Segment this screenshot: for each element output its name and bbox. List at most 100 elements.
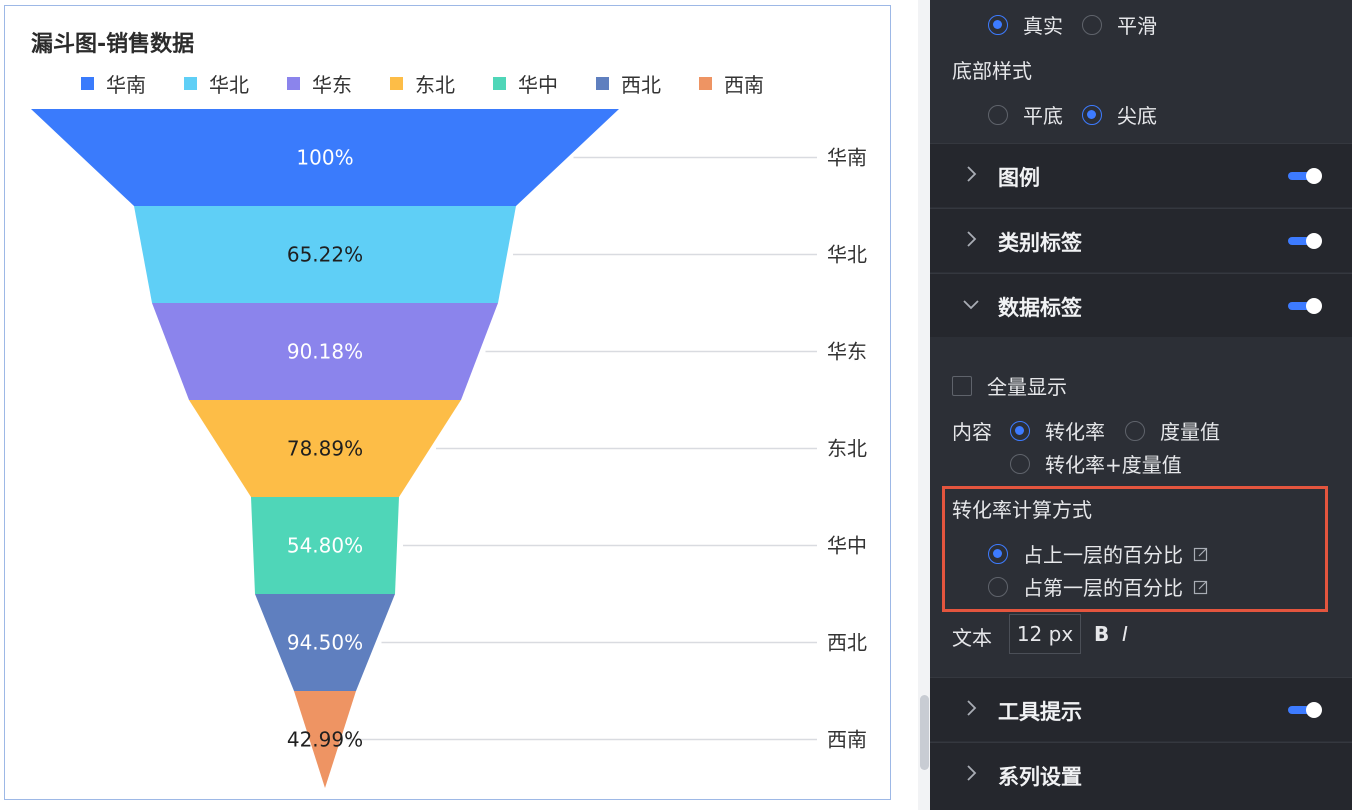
- italic-button[interactable]: I: [1122, 622, 1128, 646]
- calc-option-previous[interactable]: 占上一层的百分比: [988, 539, 1209, 568]
- radio-label: 度量值: [1160, 420, 1220, 444]
- content-option-measure[interactable]: 度量值: [1125, 416, 1220, 445]
- radio-measure[interactable]: [1125, 420, 1145, 441]
- section-label: 类别标签: [998, 231, 1082, 255]
- legend-swatch: [287, 76, 300, 90]
- show-all-checkbox[interactable]: [952, 375, 972, 396]
- section-label: 图例: [998, 166, 1040, 190]
- category-labels-toggle[interactable]: [1288, 233, 1322, 249]
- calc-method-title: 转化率计算方式: [952, 498, 1092, 522]
- checkbox-label: 全量显示: [987, 375, 1067, 399]
- section-legend[interactable]: 图例: [930, 143, 1352, 207]
- legend-label: 华东: [312, 72, 352, 97]
- chevron-down-icon: [963, 300, 979, 310]
- data-label: 90.18%: [287, 340, 363, 364]
- category-label: 华北: [827, 243, 867, 267]
- legend-item-huabei[interactable]: 华北: [184, 70, 249, 97]
- scrollbar-thumb[interactable]: [920, 695, 929, 770]
- chart-title: 漏斗图-销售数据: [31, 32, 195, 57]
- radio-both[interactable]: [1010, 453, 1030, 474]
- chevron-right-icon: [967, 765, 977, 781]
- data-label: 78.89%: [287, 437, 363, 461]
- radio-label: 占第一层的百分比: [1023, 576, 1183, 600]
- tooltip-toggle[interactable]: [1288, 702, 1322, 718]
- legend-label: 华中: [518, 72, 558, 97]
- section-series-settings[interactable]: 系列设置: [930, 742, 1352, 810]
- legend-item-dongbei[interactable]: 东北: [390, 70, 455, 97]
- show-all-option[interactable]: 全量显示: [952, 371, 1067, 400]
- category-label: 东北: [827, 437, 867, 461]
- category-label: 华东: [827, 340, 867, 364]
- section-label: 数据标签: [998, 296, 1082, 320]
- category-label: 西南: [827, 728, 867, 752]
- calc-option-first[interactable]: 占第一层的百分比: [988, 572, 1209, 601]
- content-option-conversion[interactable]: 转化率: [1010, 416, 1105, 445]
- chart-card: 100% 华南 65.22% 华北 90.18% 华东 78.89% 东北 54.80% 华中 94…: [4, 5, 891, 800]
- section-label: 工具提示: [998, 700, 1082, 724]
- data-label: 54.80%: [287, 534, 363, 558]
- radio-pointed[interactable]: [1082, 104, 1102, 125]
- bottom-style-label: 底部样式: [952, 59, 1032, 83]
- section-category-labels[interactable]: 类别标签: [930, 208, 1352, 272]
- data-label: 100%: [296, 146, 353, 170]
- section-tooltip[interactable]: 工具提示: [930, 677, 1352, 741]
- bold-button[interactable]: B: [1094, 622, 1109, 646]
- radio-label: 转化率+度量值: [1045, 453, 1182, 477]
- radio-label: 平底: [1023, 104, 1063, 128]
- radio-conversion[interactable]: [1010, 420, 1030, 441]
- data-labels-toggle[interactable]: [1288, 298, 1322, 314]
- radio-label: 平滑: [1117, 14, 1157, 38]
- data-label: 94.50%: [287, 631, 363, 655]
- legend-item-huazhong[interactable]: 华中: [493, 70, 558, 97]
- edit-icon[interactable]: [1193, 579, 1209, 595]
- legend-swatch: [493, 76, 506, 90]
- shape-option-real[interactable]: 真实: [988, 10, 1063, 39]
- legend-swatch: [81, 76, 94, 90]
- chevron-right-icon: [967, 231, 977, 247]
- bottom-option-pointed[interactable]: 尖底: [1082, 100, 1157, 129]
- category-label: 西北: [827, 631, 867, 655]
- radio-label: 真实: [1023, 14, 1063, 38]
- radio-real[interactable]: [988, 14, 1008, 35]
- shape-option-smooth[interactable]: 平滑: [1082, 10, 1157, 39]
- radio-label: 转化率: [1045, 420, 1105, 444]
- legend-swatch: [390, 76, 403, 90]
- section-data-labels[interactable]: 数据标签: [930, 273, 1352, 337]
- settings-panel: 真实 平滑 底部样式 平底 尖底 图例 类别标签 数据标签 全量显示 内容 转化…: [930, 0, 1352, 810]
- radio-smooth[interactable]: [1082, 14, 1102, 35]
- legend-swatch: [699, 76, 712, 90]
- scrollbar-track[interactable]: [918, 0, 930, 810]
- legend-label: 华南: [106, 72, 146, 97]
- radio-previous-layer[interactable]: [988, 543, 1008, 564]
- legend-label: 东北: [415, 72, 455, 97]
- chevron-right-icon: [967, 166, 977, 182]
- font-size-input[interactable]: 12 px: [1009, 614, 1081, 654]
- radio-label: 占上一层的百分比: [1023, 543, 1183, 567]
- legend-item-huanan[interactable]: 华南: [81, 70, 146, 97]
- legend-swatch: [596, 76, 609, 90]
- content-option-both[interactable]: 转化率+度量值: [1010, 449, 1182, 478]
- category-label: 华中: [827, 534, 867, 558]
- legend-item-huadong[interactable]: 华东: [287, 70, 352, 97]
- legend-swatch: [184, 76, 197, 90]
- radio-label: 尖底: [1117, 104, 1157, 128]
- content-label: 内容: [952, 420, 992, 444]
- bottom-option-flat[interactable]: 平底: [988, 100, 1063, 129]
- chart-legend: 华南 华北 华东 东北 华中 西北 西南: [81, 70, 802, 97]
- radio-first-layer[interactable]: [988, 576, 1008, 597]
- funnel-chart: 100% 华南 65.22% 华北 90.18% 华东 78.89% 东北 54.80% 华中 94…: [31, 109, 867, 788]
- legend-toggle[interactable]: [1288, 168, 1322, 184]
- category-label: 华南: [827, 146, 867, 170]
- text-label: 文本: [952, 626, 992, 650]
- radio-flat[interactable]: [988, 104, 1008, 125]
- chevron-right-icon: [967, 700, 977, 716]
- section-label: 系列设置: [998, 765, 1082, 789]
- data-label: 42.99%: [287, 728, 363, 752]
- legend-item-xibei[interactable]: 西北: [596, 70, 661, 97]
- legend-item-xinan[interactable]: 西南: [699, 70, 764, 97]
- legend-label: 华北: [209, 72, 249, 97]
- legend-label: 西北: [621, 72, 661, 97]
- data-label: 65.22%: [287, 243, 363, 267]
- legend-label: 西南: [724, 72, 764, 97]
- edit-icon[interactable]: [1193, 546, 1209, 562]
